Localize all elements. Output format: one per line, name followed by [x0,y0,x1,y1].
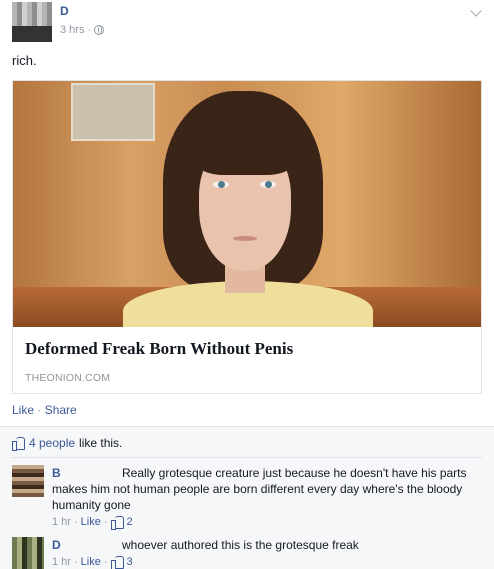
comment-meta: 1 hr · Like · 3 [52,554,477,569]
actions-separator: · [37,403,42,417]
comment-time[interactable]: 1 hr [52,514,71,530]
likes-summary: 4 people like this. [12,436,123,451]
thumbs-up-icon [12,437,25,451]
comment-like-count[interactable]: 3 [127,554,133,569]
meta-separator: · [103,516,108,528]
commenter-name[interactable]: B [52,465,122,481]
link-preview-card[interactable]: Deformed Freak Born Without Penis THEONI… [12,80,482,394]
commenter-avatar[interactable] [12,465,44,497]
comment-meta: 1 hr · Like · 2 [52,514,477,530]
meta-separator: · [73,516,78,528]
comment-like-count[interactable]: 2 [127,514,133,530]
meta-separator: · [103,556,108,568]
left-eye [213,181,229,188]
comment-body: Dwhoever authored this is the grotesque … [52,537,477,569]
likes-suffix: like this. [79,436,123,450]
post-meta: 3 hrs · [60,24,105,36]
author-name[interactable]: D [60,4,69,18]
lips [233,236,257,241]
likes-count[interactable]: 4 people [29,436,75,450]
thumbs-up-icon [110,556,124,569]
chevron-down-icon[interactable] [470,5,482,17]
post-text: rich. [12,53,37,68]
share-button[interactable]: Share [45,403,77,417]
link-preview-image[interactable] [13,81,481,327]
meta-separator: · [87,24,92,36]
globe-icon[interactable] [94,25,105,35]
comment-body: B Really grotesque creature just because … [52,465,477,530]
commenter-avatar[interactable] [12,537,44,569]
comment-text: whoever authored this is the grotesque f… [122,538,359,552]
post-timestamp[interactable]: 3 hrs [60,24,84,36]
thumbs-up-icon [110,516,124,530]
link-domain: THEONION.COM [25,372,111,384]
right-eye [260,181,276,188]
bangs [189,99,301,175]
post-header: D 3 hrs · [12,2,482,42]
feedback-section: 4 people like this. B Really grotesque cr… [0,426,494,569]
meta-separator: · [73,556,78,568]
like-button[interactable]: Like [12,403,34,417]
picture-frame [71,83,155,141]
post-actions: Like · Share [12,403,77,417]
commenter-name[interactable]: D [52,537,122,553]
author-avatar[interactable] [12,2,52,42]
comment-like-button[interactable]: Like [81,554,101,569]
link-title[interactable]: Deformed Freak Born Without Penis [25,339,293,359]
divider [12,457,482,458]
comment-time[interactable]: 1 hr [52,554,71,569]
comment-like-button[interactable]: Like [81,514,101,530]
